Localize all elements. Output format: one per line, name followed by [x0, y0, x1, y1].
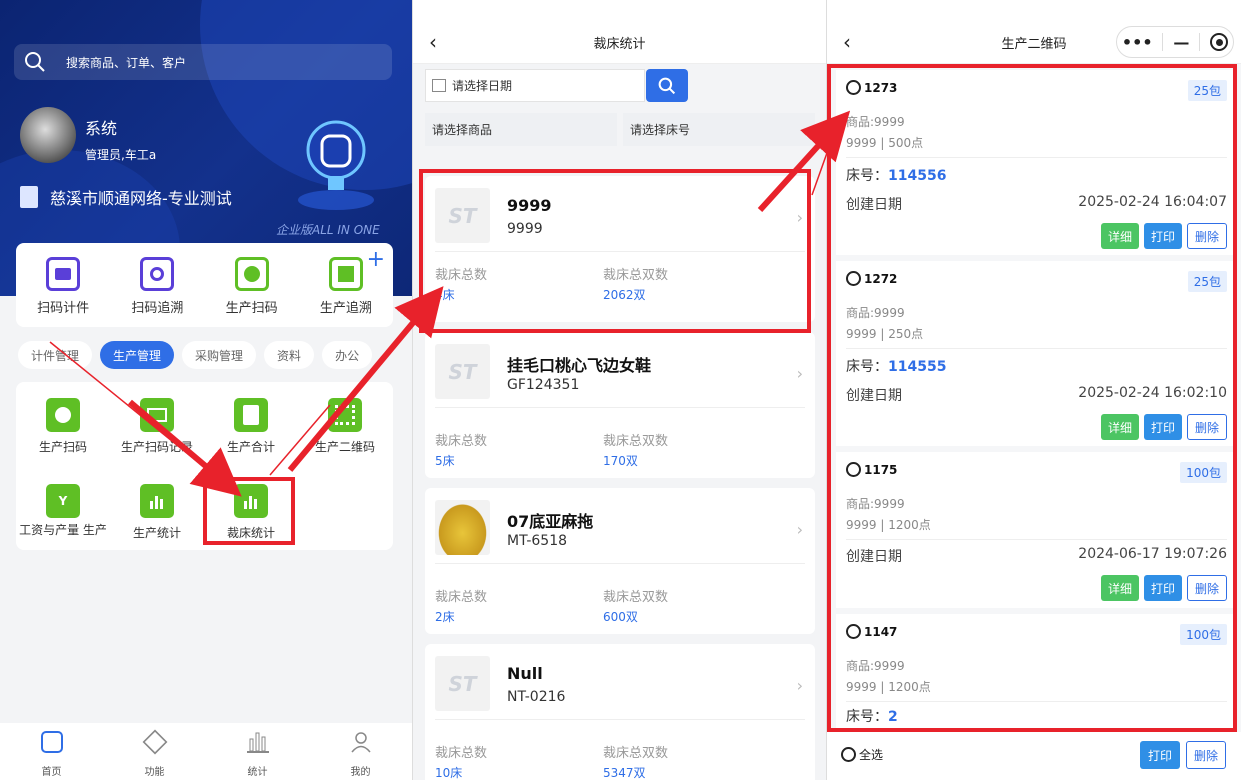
stats-icon [246, 731, 269, 753]
navbar: ‹ 生产二维码 ••• — [827, 0, 1241, 64]
user-icon [350, 731, 372, 753]
tabbar-mine[interactable]: 我的 [309, 723, 412, 780]
add-icon[interactable]: + [367, 247, 385, 272]
qrcode-icon [328, 398, 362, 432]
quick-production-scan[interactable]: 生产扫码 [205, 257, 299, 327]
more-icon[interactable]: ••• [1122, 33, 1153, 52]
chevron-right-icon: › [796, 676, 803, 695]
tabbar-function[interactable]: 功能 [103, 723, 206, 780]
category-tabs: 计件管理 生产管理 采购管理 资料 办公 [18, 341, 373, 369]
bulb-illustration-icon [294, 112, 378, 212]
highlight-cutting-stats [203, 477, 295, 545]
tabbar-home[interactable]: 首页 [0, 723, 103, 780]
grid-scan-record[interactable]: 生产扫码记录 [110, 398, 204, 455]
highlight-qrcode-list [827, 64, 1237, 732]
chevron-right-icon: › [796, 364, 803, 383]
bottom-action-bar: 全选 打印 删除 [827, 732, 1241, 780]
grid-production-scan[interactable]: 生产扫码 [16, 398, 110, 455]
edition-label: 企业版ALL IN ONE [276, 223, 380, 237]
avatar[interactable] [20, 107, 76, 163]
tab-data[interactable]: 资料 [264, 341, 315, 369]
product-select[interactable]: 请选择商品 [425, 113, 617, 146]
quick-scan-count[interactable]: 扫码计件 [16, 257, 110, 327]
production-trace-icon [328, 257, 363, 291]
minimize-icon[interactable]: — [1173, 33, 1189, 52]
close-icon[interactable] [1210, 33, 1229, 51]
clipboard-icon [234, 398, 268, 432]
user-name: 系统 [85, 119, 118, 138]
tab-office[interactable]: 办公 [322, 341, 373, 369]
print-all-button[interactable]: 打印 [1140, 741, 1181, 769]
company-name: 慈溪市顺通网络-专业测试 [50, 189, 232, 208]
chevron-right-icon: › [796, 520, 803, 539]
product-thumbnail: ST [435, 656, 490, 711]
page-title: 裁床统计 [593, 37, 646, 52]
miniprogram-capsule: ••• — [1116, 26, 1234, 58]
home-icon [40, 731, 63, 753]
product-thumbnail [435, 500, 490, 555]
wage-icon: Y [46, 484, 80, 518]
calendar-icon [432, 79, 446, 92]
grid-production-qrcode[interactable]: 生产二维码 [298, 398, 392, 455]
bottom-tabbar: 首页 功能 统计 我的 [0, 723, 412, 780]
search-icon [25, 52, 45, 72]
user-role: 管理员,车工a [85, 148, 157, 162]
navbar: ‹ 裁床统计 [413, 0, 826, 64]
tab-production[interactable]: 生产管理 [100, 341, 175, 369]
tab-piecework[interactable]: 计件管理 [18, 341, 93, 369]
select-all[interactable]: 全选 [841, 746, 883, 763]
select-all-radio[interactable] [841, 747, 856, 762]
search-icon [658, 77, 676, 94]
product-thumbnail: ST [435, 344, 490, 399]
quick-scan-trace[interactable]: 扫码追溯 [110, 257, 204, 327]
tab-purchase[interactable]: 采购管理 [182, 341, 257, 369]
grid-wage-output[interactable]: Y 工资与产量 生产 [16, 484, 110, 536]
tabbar-stats[interactable]: 统计 [206, 723, 309, 780]
scan-icon [46, 398, 80, 432]
search-button[interactable] [646, 69, 688, 102]
company-icon [20, 186, 38, 208]
highlight-first-item [419, 169, 811, 333]
delete-all-button[interactable]: 删除 [1186, 741, 1227, 769]
bed-select[interactable]: 请选择床号 [623, 113, 815, 146]
cube-icon [142, 729, 167, 755]
list-item[interactable]: ST 挂毛口桃心飞边女鞋 GF124351 › 裁床总数 裁床总双数 5床 17… [425, 332, 815, 478]
scan-trace-icon [140, 257, 175, 291]
grid-production-total[interactable]: 生产合计 [204, 398, 298, 455]
scan-record-icon [140, 398, 174, 432]
search-placeholder: 搜索商品、订单、客户 [66, 55, 187, 70]
qrcode-panel: ‹ 生产二维码 ••• — 1273 25包 商品:9999 9999 | 50… [826, 0, 1241, 780]
bar-chart-icon [140, 484, 174, 518]
scan-count-icon [46, 257, 81, 291]
production-scan-icon [234, 257, 269, 291]
home-panel: 搜索商品、订单、客户 系统 管理员,车工a 慈溪市顺通网络-专业测试 企业版AL… [0, 0, 412, 780]
quick-actions: 扫码计件 扫码追溯 生产扫码 生产追溯 + [16, 243, 393, 327]
search-bar[interactable]: 搜索商品、订单、客户 [14, 44, 392, 80]
cutting-stats-panel: ‹ 裁床统计 请选择日期 请选择商品 请选择床号 ST 9999 9999 › … [412, 0, 826, 780]
grid-production-stats[interactable]: 生产统计 [110, 484, 204, 541]
list-item[interactable]: ST Null NT-0216 › 裁床总数 裁床总双数 10床 5347双 [425, 644, 815, 780]
list-item[interactable]: 07底亚麻拖 MT-6518 › 裁床总数 裁床总双数 2床 600双 [425, 488, 815, 634]
date-picker[interactable]: 请选择日期 [425, 69, 645, 102]
